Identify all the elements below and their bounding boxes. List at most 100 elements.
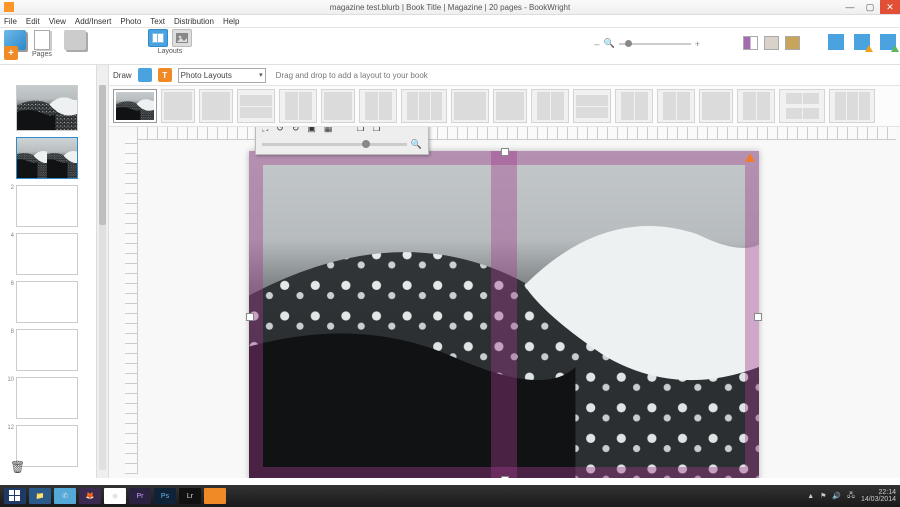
rotate-right-icon[interactable]: ↻: [292, 127, 300, 134]
zoom-control[interactable]: – 🔍 +: [595, 38, 701, 49]
layout-preset[interactable]: [451, 89, 489, 123]
menu-help[interactable]: Help: [223, 17, 239, 26]
fit-icon[interactable]: ⛶: [262, 127, 268, 134]
clock[interactable]: 22:14 14/03/2014: [861, 489, 896, 503]
menu-file[interactable]: File: [4, 17, 17, 26]
top-toolstrip: Pages Layouts – 🔍 +: [0, 28, 900, 65]
thumb-blank[interactable]: [16, 233, 78, 275]
menu-distribution[interactable]: Distribution: [174, 17, 214, 26]
system-tray[interactable]: ▲ ⚑ 🔊 🖧 22:14 14/03/2014: [807, 489, 896, 503]
page-mode-spread[interactable]: [743, 36, 758, 50]
tray-volume-icon[interactable]: 🔊: [832, 492, 841, 500]
layout-preset[interactable]: [237, 89, 275, 123]
clock-time: 22:14: [878, 489, 896, 496]
thumb-blank[interactable]: [16, 281, 78, 323]
task-lightroom[interactable]: Lr: [179, 488, 201, 504]
zoom-thumb[interactable]: [625, 40, 632, 47]
layout-preset[interactable]: [279, 89, 317, 123]
tray-network-icon[interactable]: 🖧: [847, 491, 855, 502]
task-chrome[interactable]: ◉: [104, 488, 126, 504]
layout-preset[interactable]: [531, 89, 569, 123]
layout-preset[interactable]: [161, 89, 195, 123]
menu-addinsert[interactable]: Add/Insert: [75, 17, 111, 26]
layout-type-dropdown[interactable]: Photo Layouts ▾: [178, 68, 266, 83]
zoom-minus[interactable]: –: [595, 39, 600, 49]
clock-date: 14/03/2014: [861, 496, 896, 503]
page-spread[interactable]: [249, 151, 759, 478]
page-mode-cover[interactable]: [785, 36, 800, 50]
task-explorer[interactable]: 📁: [29, 488, 51, 504]
draw-rect-icon[interactable]: [138, 68, 152, 82]
menu-text[interactable]: Text: [150, 17, 165, 26]
layout-preset[interactable]: [359, 89, 397, 123]
layout-preset[interactable]: [573, 89, 611, 123]
scrollbar-thumb[interactable]: [99, 85, 106, 225]
draw-text-icon[interactable]: T: [158, 68, 172, 82]
menu-view[interactable]: View: [49, 17, 66, 26]
thumb-blank[interactable]: [16, 425, 78, 467]
toolbar-close-icon[interactable]: ×: [420, 127, 425, 130]
bring-front-icon[interactable]: ❐: [373, 127, 381, 134]
add-page-button[interactable]: +: [4, 46, 18, 60]
menu-photo[interactable]: Photo: [120, 17, 141, 26]
layouts-photo-icon[interactable]: [172, 29, 192, 47]
layout-preset[interactable]: [779, 89, 825, 123]
upload-icon[interactable]: [880, 34, 896, 50]
rotate-left-icon[interactable]: ↺: [276, 127, 284, 134]
ruler-horizontal: [137, 127, 896, 140]
warnings-icon[interactable]: [854, 34, 870, 50]
page-num: 8: [6, 329, 14, 335]
layout-preset[interactable]: [321, 89, 355, 123]
layout-preset[interactable]: [699, 89, 733, 123]
layout-preset[interactable]: [829, 89, 875, 123]
layout-preset-selected[interactable]: [113, 89, 157, 123]
task-skype[interactable]: ✆: [54, 488, 76, 504]
tray-up-icon[interactable]: ▲: [807, 493, 814, 500]
image-zoom-track[interactable]: [262, 143, 407, 146]
windows-taskbar: 📁 ✆ 🦊 ◉ Pr Ps Lr ▲ ⚑ 🔊 🖧 22:14 14/03/201…: [0, 485, 900, 507]
task-photoshop[interactable]: Ps: [154, 488, 176, 504]
pages-icon: [34, 30, 50, 50]
task-firefox[interactable]: 🦊: [79, 488, 101, 504]
page-num: 4: [6, 233, 14, 239]
layout-preset[interactable]: [615, 89, 653, 123]
layout-preset[interactable]: [737, 89, 775, 123]
pages-sidebar: 2 4 6 8 10 12 🗑: [0, 65, 97, 478]
thumb-spread-current[interactable]: [16, 137, 78, 179]
start-button[interactable]: [4, 488, 26, 504]
page-num: 10: [6, 377, 14, 383]
image-floating-toolbar[interactable]: × ⛶ ↺ ↻ ▣ ▦ ❐ ❐ 🔍: [255, 127, 429, 155]
draw-bar: Draw T Photo Layouts ▾ Drag and drop to …: [109, 65, 900, 86]
crop-icon[interactable]: ▣: [307, 127, 316, 134]
task-premiere[interactable]: Pr: [129, 488, 151, 504]
page-mode-single[interactable]: [764, 36, 779, 50]
thumb-cover[interactable]: [16, 85, 78, 131]
zoom-track[interactable]: [619, 43, 691, 45]
layout-preset[interactable]: [657, 89, 695, 123]
layout-preset[interactable]: [199, 89, 233, 123]
sidebar-scrollbar[interactable]: [97, 65, 109, 478]
trash-icon[interactable]: 🗑: [10, 460, 25, 474]
layout-preset[interactable]: [493, 89, 527, 123]
thumb-blank[interactable]: [16, 377, 78, 419]
sync-status-ok-icon[interactable]: [828, 34, 844, 50]
book-icon[interactable]: [64, 30, 86, 50]
canvas[interactable]: × ⛶ ↺ ↻ ▣ ▦ ❐ ❐ 🔍: [109, 127, 900, 478]
image-zoom-thumb[interactable]: [362, 140, 370, 148]
menu-edit[interactable]: Edit: [26, 17, 40, 26]
page-num: 6: [6, 281, 14, 287]
layout-strip: [109, 86, 900, 127]
zoom-plus[interactable]: +: [695, 39, 700, 49]
dropdown-value: Photo Layouts: [181, 71, 232, 80]
task-bookwright[interactable]: [204, 488, 226, 504]
thumb-blank[interactable]: [16, 329, 78, 371]
thumb-blank[interactable]: [16, 185, 78, 227]
layouts-label: Layouts: [158, 48, 183, 55]
send-back-icon[interactable]: ❐: [356, 127, 364, 134]
layout-preset[interactable]: [401, 89, 447, 123]
frame-icon[interactable]: ▦: [324, 127, 333, 134]
resolution-warning-icon[interactable]: [745, 153, 755, 162]
pages-tool[interactable]: Pages: [32, 30, 52, 58]
tray-flag-icon[interactable]: ⚑: [820, 492, 826, 500]
layouts-active-icon[interactable]: [148, 29, 168, 47]
